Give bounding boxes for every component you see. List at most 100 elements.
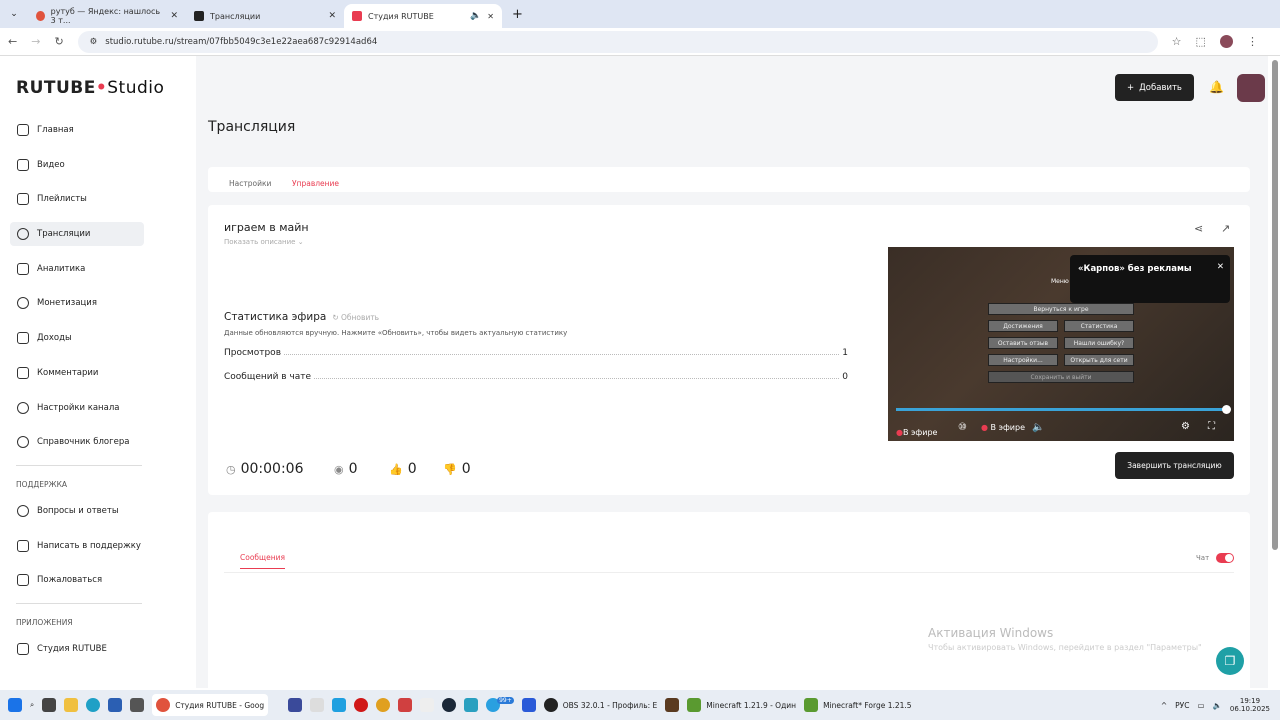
taskbar-obs[interactable]: OBS 32.0.1 - Профиль: E [543,698,657,712]
scrollbar[interactable] [1272,60,1278,550]
home-icon [17,124,29,136]
tab-management[interactable]: Управление [292,179,339,188]
divider [224,572,1234,573]
language-indicator[interactable]: РУС [1175,701,1189,710]
new-tab-button[interactable]: + [512,7,523,22]
close-ad-icon[interactable]: ✕ [1217,262,1224,272]
sidebar-item-streams[interactable]: Трансляции [10,222,144,247]
user-avatar[interactable] [1237,74,1265,102]
app-icon[interactable] [521,698,536,712]
tab-messages[interactable]: Сообщения [240,553,286,569]
ad-banner[interactable]: «Карпов» без рекламы ✕ [1070,255,1230,303]
chat-toggle[interactable] [1216,553,1234,563]
show-description-toggle[interactable]: Показать описание ⌄ [224,238,304,246]
edge-icon[interactable] [86,698,101,712]
browser-tab-yandex[interactable]: рутуб — Яндекс: нашлось 3 т... ✕ [28,4,186,28]
support-chat-button[interactable]: ❐ [1216,647,1244,675]
stats-header: Статистика эфира ↻ Обновить [224,311,379,323]
sidebar-item-faq[interactable]: Вопросы и ответы [10,499,144,523]
phone-icon [17,642,29,655]
app-icon[interactable] [310,698,325,712]
network-icon[interactable]: ▭ [1197,701,1204,710]
minecraft-launcher-icon[interactable] [665,698,680,712]
sidebar-item-contact-support[interactable]: Написать в поддержку [10,534,144,558]
forward-icon[interactable]: → [31,35,40,48]
clock[interactable]: 19:19 06.10.2025 [1230,697,1270,713]
rewind-10-icon[interactable]: ⑩ [958,422,967,433]
menu-icon[interactable]: ⋮ [1247,35,1258,48]
sidebar-item-video[interactable]: Видео [10,153,144,177]
bookmark-star-icon[interactable]: ☆ [1172,35,1182,48]
fullscreen-icon[interactable]: ⛶ [1208,421,1215,432]
tray-chevron-icon[interactable]: ^ [1161,701,1167,710]
taskbar-chrome[interactable]: Студия RUTUBE - Goog [152,694,269,716]
app-icon[interactable] [398,698,413,712]
end-stream-button[interactable]: Завершить трансляцию [1115,452,1234,479]
close-tab-icon[interactable]: ✕ [170,11,178,21]
speaker-icon[interactable]: 🔈 [470,11,481,21]
tab-settings[interactable]: Настройки [229,179,271,188]
tab-search-icon[interactable]: ⌄ [0,9,28,19]
sidebar-item-analytics[interactable]: Аналитика [10,257,144,281]
sidebar-item-comments[interactable]: Комментарии [10,361,144,385]
explorer-icon[interactable] [64,698,79,712]
profile-icon[interactable] [1219,35,1233,48]
notifications-bell-icon[interactable]: 🔔 [1209,80,1224,94]
share-icon[interactable]: ⋖ [1194,222,1203,235]
browser-tab-studio[interactable]: Студия RUTUBE 🔈 ✕ [344,4,502,28]
thumbs-down-icon: 👎 [443,462,457,476]
app-icon[interactable] [376,698,391,712]
progress-knob[interactable] [1222,405,1231,414]
start-button[interactable] [8,698,22,712]
comments-icon [17,366,29,379]
app-icon[interactable] [288,698,303,712]
question-icon [17,504,29,517]
url-input[interactable]: ⚙ studio.rutube.ru/stream/07fbb5049c3e1e2… [77,30,1158,53]
sidebar-item-monetization[interactable]: Монетизация [10,291,144,315]
stats-note: Данные обновляются вручную. Нажмите «Обн… [224,329,568,337]
steam-icon[interactable] [442,698,457,712]
calculator-icon[interactable] [130,698,145,712]
income-icon [17,332,29,345]
sidebar-item-report[interactable]: Пожаловаться [10,568,144,592]
sidebar-item-studio-app[interactable]: Студия RUTUBE [10,637,144,661]
sidebar-item-blogger-guide[interactable]: Справочник блогера [10,430,144,454]
vpn-icon[interactable] [464,698,479,712]
browser-tab-bar: ⌄ рутуб — Яндекс: нашлось 3 т... ✕ Трансл… [0,0,1280,28]
volume-tray-icon[interactable]: 🔈 [1213,701,1222,710]
opera-icon[interactable] [354,698,369,712]
flag-icon [17,574,29,587]
thumbs-up-icon: 👍 [389,462,403,476]
sidebar-item-channel-settings[interactable]: Настройки канала [10,396,144,420]
sidebar-item-income[interactable]: Доходы [10,326,144,350]
live-indicator[interactable]: ● В эфире [981,423,1025,432]
back-icon[interactable]: ← [8,35,17,48]
settings-hd-icon[interactable]: ⚙ [1181,421,1190,432]
volume-icon[interactable]: 🔈 [1032,422,1044,433]
sidebar-item-home[interactable]: Главная [10,118,144,142]
close-tab-icon[interactable]: ✕ [328,11,336,21]
sidebar-item-playlists[interactable]: Плейлисты [10,187,144,211]
player-progress-bar[interactable] [896,408,1226,411]
reload-icon[interactable]: ↻ [54,35,63,48]
telegram-icon[interactable]: 99+ [486,696,514,712]
browser-tab-streams[interactable]: Трансляции ✕ [186,4,344,28]
refresh-button[interactable]: ↻ Обновить [332,313,379,322]
file-icon[interactable] [420,698,435,712]
skype-icon[interactable] [332,698,347,712]
playlist-icon [17,193,29,206]
add-button[interactable]: + Добавить [1115,74,1194,101]
taskbar-minecraft[interactable]: Minecraft 1.21.9 - Один [687,698,796,712]
stats-title: Статистика эфира [224,311,327,323]
close-tab-icon[interactable]: ✕ [487,12,494,21]
taskbar-minecraft-forge[interactable]: Minecraft* Forge 1.21.5 [804,698,912,712]
windows-activation-text: Чтобы активировать Windows, перейдите в … [928,643,1202,652]
clock-icon: ◷ [226,462,236,476]
rutube-studio-logo[interactable]: RUTUBE•Studio [16,78,164,98]
open-external-icon[interactable]: ↗ [1221,222,1230,235]
site-settings-icon[interactable]: ⚙ [90,37,98,47]
word-icon[interactable] [108,698,123,712]
extensions-icon[interactable]: ⬚ [1196,35,1206,48]
search-icon[interactable]: ⌕ [30,700,34,710]
task-view-icon[interactable] [42,698,57,712]
